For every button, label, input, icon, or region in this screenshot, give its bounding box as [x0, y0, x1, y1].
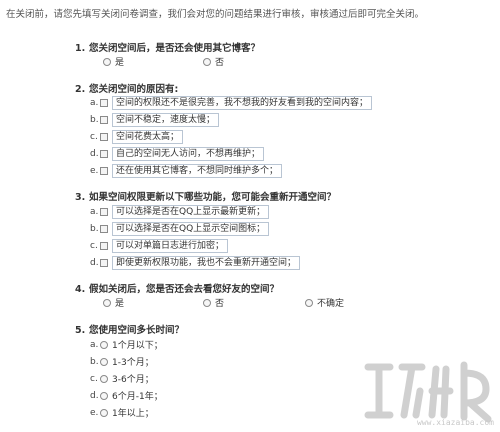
radio-button[interactable]: [100, 408, 108, 417]
option-letter: b.: [90, 356, 99, 367]
question-text: 您使用空间多长时间？: [89, 325, 185, 336]
radio-button[interactable]: [203, 57, 211, 66]
radio-button[interactable]: [305, 298, 313, 307]
q3-option-c[interactable]: c. 可以对单篇日志进行加密；: [90, 238, 229, 253]
q4-option-yes[interactable]: 是: [103, 296, 124, 309]
q5-option-c[interactable]: c. 3-6个月；: [90, 372, 154, 386]
watermark-site: www.xiazaiba.com: [416, 418, 494, 427]
option-label: 空间不稳定，速度太慢；: [112, 112, 220, 127]
radio-button[interactable]: [100, 391, 108, 400]
option-letter: a.: [90, 97, 99, 108]
q2-option-e[interactable]: e. 还在使用其它博客，不想同时维护多个；: [90, 163, 283, 178]
q5-option-d[interactable]: d. 6个月-1年；: [90, 389, 163, 403]
question-5-title: 5. 您使用空间多长时间？: [75, 322, 184, 336]
option-label: 空间的权限还不是很完善，我不想我的好友看到我的空间内容；: [112, 95, 373, 110]
option-label: 即使更新权限功能，我也不会重新开通空间；: [112, 255, 301, 270]
question-1-title: 1. 您关闭空间后，是否还会使用其它博客？: [75, 40, 260, 54]
radio-button[interactable]: [203, 298, 211, 307]
radio-button[interactable]: [103, 57, 111, 66]
q4-option-no[interactable]: 否: [203, 296, 224, 309]
option-label: 3-6个月；: [112, 375, 154, 385]
option-letter: c.: [90, 240, 98, 251]
q3-option-b[interactable]: b. 可以选择是否在QQ上显示空间图标；: [90, 221, 270, 236]
q2-option-a[interactable]: a. 空间的权限还不是很完善，我不想我的好友看到我的空间内容；: [90, 95, 373, 110]
option-letter: b.: [90, 114, 99, 125]
option-label: 6个月-1年；: [112, 392, 163, 402]
intro-text: 在关闭前，请您先填写关闭问卷调查，我们会对您的问题结果进行审核，审核通过后即可完…: [6, 9, 425, 20]
option-label: 是: [115, 299, 125, 309]
question-3-title: 3. 如果空间权限更新以下哪些功能，您可能会重新开通空间？: [75, 189, 336, 203]
option-label: 1个月以下；: [112, 341, 163, 351]
question-number: 2.: [75, 84, 86, 95]
option-letter: c.: [90, 131, 98, 142]
question-2-title: 2. 您关闭空间的原因有:: [75, 81, 178, 95]
option-label: 不确定: [317, 299, 345, 309]
q5-option-a[interactable]: a. 1个月以下；: [90, 338, 163, 352]
option-letter: e.: [90, 407, 99, 418]
question-text: 如果空间权限更新以下哪些功能，您可能会重新开通空间？: [89, 192, 337, 203]
option-label: 可以对单篇日志进行加密；: [112, 238, 229, 253]
option-label: 1年以上；: [112, 409, 154, 419]
question-number: 4.: [75, 284, 86, 295]
question-4-title: 4. 假如关闭后，您是否还会去看您好友的空间？: [75, 281, 279, 295]
radio-button[interactable]: [100, 374, 108, 383]
q4-option-unsure[interactable]: 不确定: [305, 296, 344, 309]
q1-option-no[interactable]: 否: [203, 55, 224, 68]
checkbox[interactable]: [100, 166, 108, 175]
option-letter: a.: [90, 206, 99, 217]
radio-button[interactable]: [100, 357, 108, 366]
option-label: 空间花费太高；: [112, 129, 184, 144]
q2-option-c[interactable]: c. 空间花费太高；: [90, 129, 184, 144]
checkbox[interactable]: [100, 149, 108, 158]
option-letter: b.: [90, 223, 99, 234]
option-label: 自己的空间无人访问，不想再维护；: [112, 146, 265, 161]
checkbox[interactable]: [100, 224, 108, 233]
question-number: 1.: [75, 43, 86, 54]
question-number: 3.: [75, 192, 86, 203]
checkbox[interactable]: [100, 115, 108, 124]
option-letter: e.: [90, 165, 99, 176]
option-label: 可以选择是否在QQ上显示最新更新；: [112, 204, 270, 219]
radio-button[interactable]: [103, 298, 111, 307]
checkbox[interactable]: [100, 207, 108, 216]
option-label: 是: [115, 58, 125, 68]
checkbox[interactable]: [100, 241, 108, 250]
checkbox[interactable]: [100, 132, 108, 141]
question-text: 您关闭空间的原因有:: [89, 84, 179, 95]
option-letter: d.: [90, 390, 99, 401]
option-letter: a.: [90, 339, 99, 350]
question-text: 您关闭空间后，是否还会使用其它博客？: [89, 43, 261, 54]
q2-option-b[interactable]: b. 空间不稳定，速度太慢；: [90, 112, 220, 127]
q5-option-b[interactable]: b. 1-3个月；: [90, 355, 154, 369]
watermark-logo: www.xiazaiba.com: [360, 355, 500, 429]
option-label: 1-3个月；: [112, 358, 154, 368]
question-text: 假如关闭后，您是否还会去看您好友的空间？: [89, 284, 280, 295]
question-number: 5.: [75, 325, 86, 336]
option-label: 否: [215, 299, 225, 309]
option-letter: d.: [90, 148, 99, 159]
option-label: 否: [215, 58, 225, 68]
option-letter: c.: [90, 373, 98, 384]
q1-option-yes[interactable]: 是: [103, 55, 124, 68]
checkbox[interactable]: [100, 98, 108, 107]
q5-option-e[interactable]: e. 1年以上；: [90, 406, 154, 420]
checkbox[interactable]: [100, 258, 108, 267]
radio-button[interactable]: [100, 340, 108, 349]
q3-option-d[interactable]: d. 即使更新权限功能，我也不会重新开通空间；: [90, 255, 301, 270]
option-label: 可以选择是否在QQ上显示空间图标；: [112, 221, 270, 236]
option-label: 还在使用其它博客，不想同时维护多个；: [112, 163, 283, 178]
option-letter: d.: [90, 257, 99, 268]
q2-option-d[interactable]: d. 自己的空间无人访问，不想再维护；: [90, 146, 265, 161]
q3-option-a[interactable]: a. 可以选择是否在QQ上显示最新更新；: [90, 204, 270, 219]
